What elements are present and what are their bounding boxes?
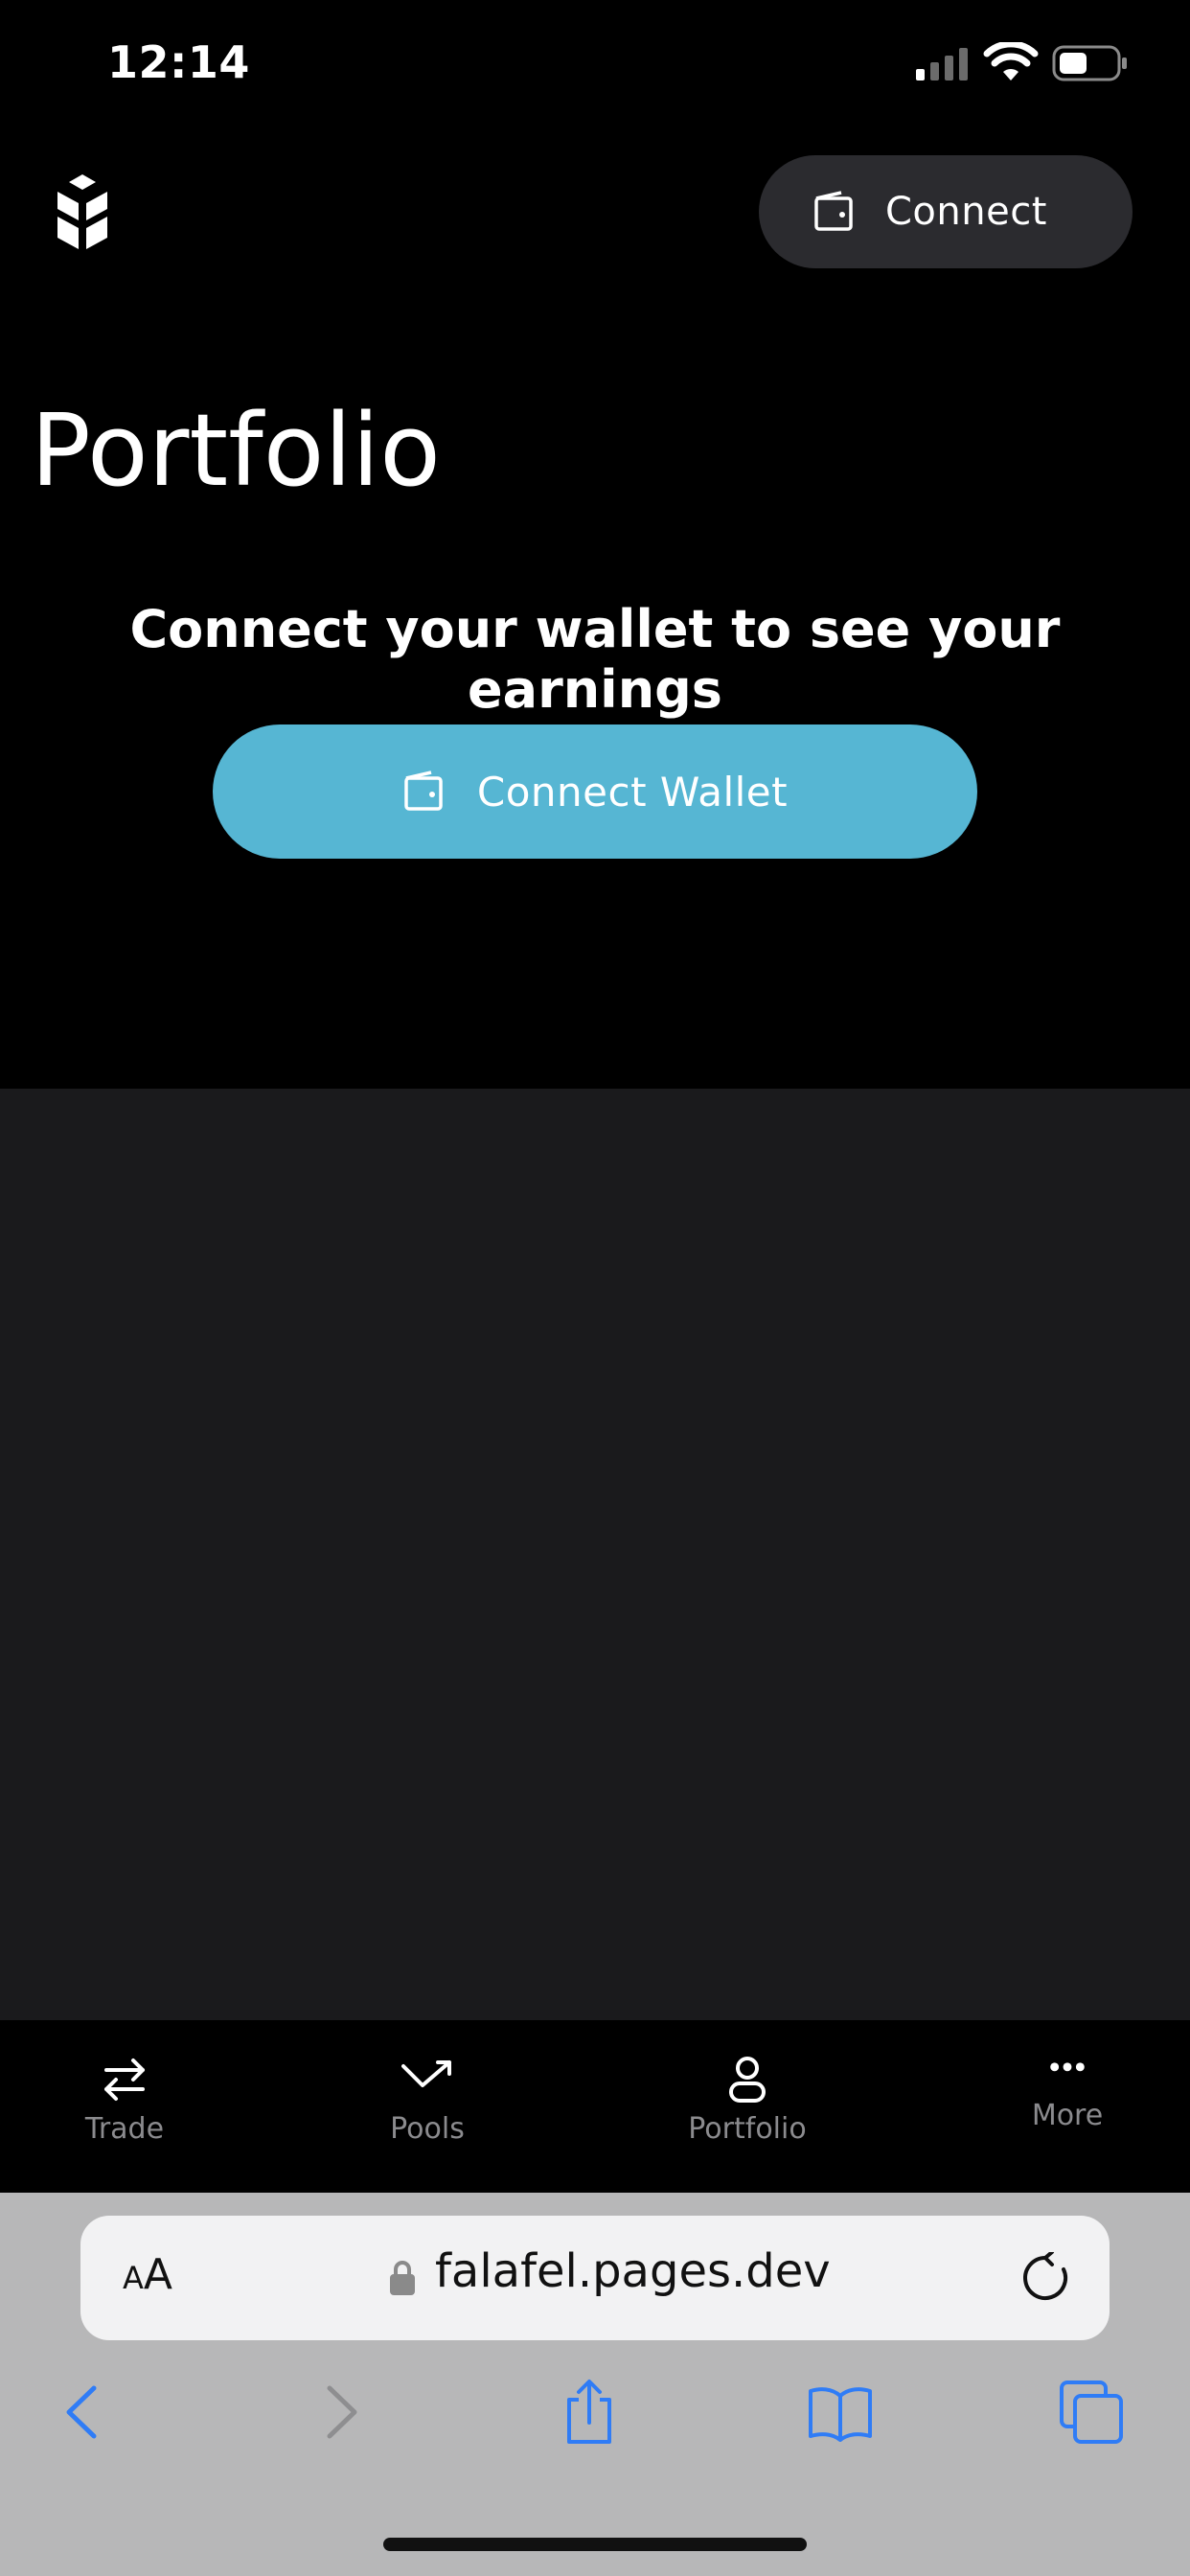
connect-wallet-label: Connect Wallet — [476, 768, 789, 816]
more-dots-icon — [1050, 2062, 1085, 2072]
share-icon[interactable] — [556, 2379, 623, 2446]
cellular-signal-icon — [916, 48, 968, 80]
header-connect-button[interactable]: Connect — [759, 155, 1133, 268]
nav-more-label: More — [1031, 2099, 1104, 2132]
brand-logo-icon[interactable] — [54, 172, 111, 255]
wallet-icon — [814, 191, 853, 231]
home-indicator — [383, 2538, 807, 2551]
nav-portfolio[interactable]: Portfolio — [652, 2020, 843, 2146]
text-size-button[interactable]: AA — [123, 2250, 172, 2299]
bottom-nav: Trade Pools Portfolio More — [0, 2020, 1190, 2193]
text-size-large-a: A — [143, 2250, 172, 2299]
nav-trade[interactable]: Trade — [29, 2020, 220, 2146]
trend-arrow-icon — [401, 2060, 451, 2087]
nav-portfolio-label: Portfolio — [688, 2112, 807, 2146]
page-title: Portfolio — [31, 392, 441, 509]
connect-wallet-button[interactable]: Connect Wallet — [213, 724, 977, 859]
connect-label: Connect — [885, 190, 1047, 234]
wallet-icon — [404, 770, 443, 811]
swap-arrows-icon — [104, 2058, 145, 2101]
text-size-small-a: A — [123, 2260, 144, 2296]
content-panel — [0, 1089, 1190, 2020]
user-icon — [729, 2057, 766, 2103]
battery-icon — [1052, 45, 1127, 81]
connect-prompt: Connect your wallet to see your earnings — [129, 599, 1061, 720]
bookmarks-icon[interactable] — [807, 2379, 874, 2446]
status-time: 12:14 — [107, 36, 250, 88]
back-icon[interactable] — [50, 2379, 117, 2446]
reload-icon[interactable] — [1019, 2252, 1071, 2304]
wifi-icon — [983, 42, 1039, 80]
nav-trade-label: Trade — [84, 2112, 165, 2146]
nav-pools[interactable]: Pools — [332, 2020, 523, 2146]
tabs-icon[interactable] — [1058, 2379, 1125, 2446]
nav-pools-label: Pools — [390, 2112, 465, 2146]
forward-icon[interactable] — [307, 2379, 374, 2446]
nav-more[interactable]: More — [972, 2020, 1163, 2132]
lock-icon — [390, 2261, 415, 2295]
url-text[interactable]: falafel.pages.dev — [435, 2244, 831, 2298]
